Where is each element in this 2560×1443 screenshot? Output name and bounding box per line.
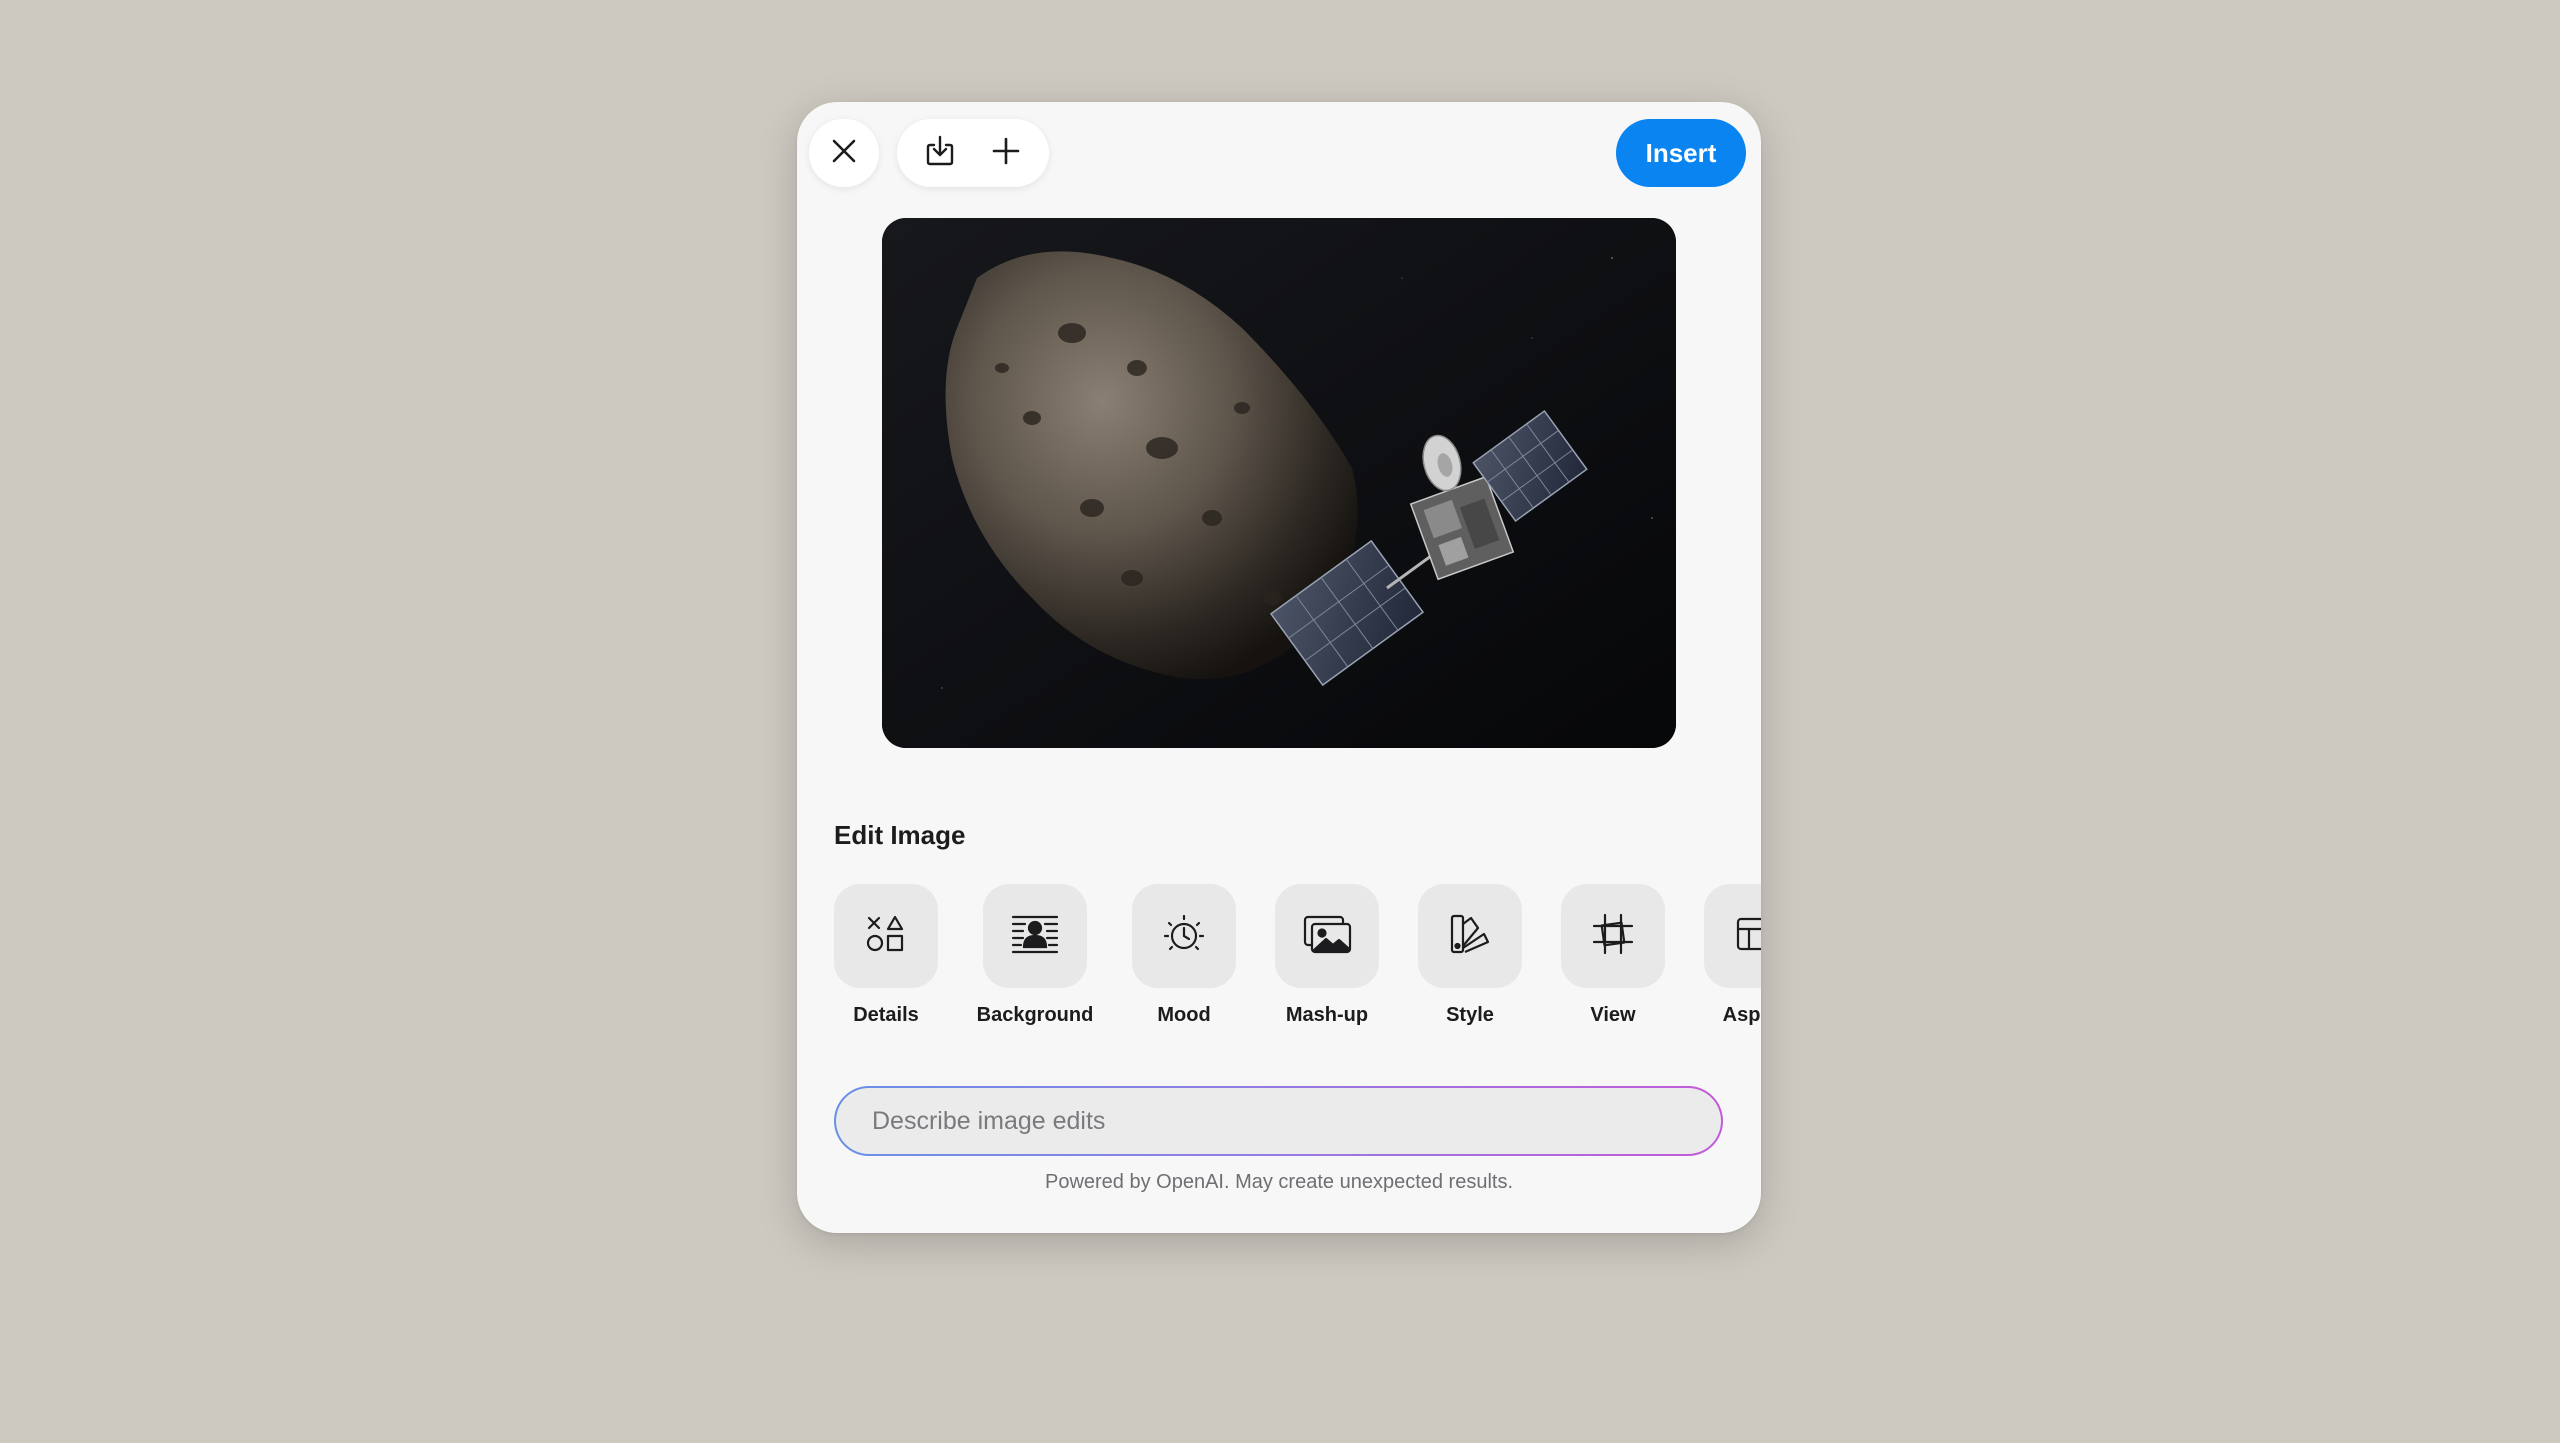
insert-button[interactable]: Insert xyxy=(1616,119,1746,187)
image-actions-group xyxy=(897,119,1049,187)
powered-by-note: Powered by OpenAI. May create unexpected… xyxy=(1044,1171,1514,1193)
background-icon xyxy=(1011,914,1059,959)
edit-option-aspect[interactable]: Aspect xyxy=(1686,884,1761,1027)
view-tile xyxy=(1561,884,1665,988)
add-button[interactable] xyxy=(978,125,1034,181)
image-preview xyxy=(882,218,1676,748)
image-edit-panel: Insert Edit Image Details Background Moo… xyxy=(797,102,1761,1233)
edit-image-title: Edit Image xyxy=(834,820,966,850)
edit-option-label: Mood xyxy=(1157,1004,1211,1026)
edit-options-row: Details Background Mood Mash-up Style Vi… xyxy=(834,884,1761,1034)
mashup-tile xyxy=(1275,884,1379,988)
edit-option-view[interactable]: View xyxy=(1543,884,1683,1027)
close-button[interactable] xyxy=(809,119,879,187)
edit-option-label: Style xyxy=(1446,1004,1494,1026)
edit-option-mood[interactable]: Mood xyxy=(1114,884,1254,1027)
background-tile xyxy=(983,884,1087,988)
edit-option-label: Details xyxy=(853,1004,919,1026)
edit-option-style[interactable]: Style xyxy=(1400,884,1540,1027)
describe-edits-input[interactable] xyxy=(836,1088,1721,1154)
shapes-icon xyxy=(866,914,906,959)
plus-icon xyxy=(991,136,1021,171)
edit-option-details[interactable]: Details xyxy=(834,884,956,1027)
asteroid-spacecraft-image xyxy=(882,218,1676,748)
details-tile xyxy=(834,884,938,988)
style-icon xyxy=(1448,912,1492,961)
close-icon xyxy=(829,136,859,171)
download-button[interactable] xyxy=(912,125,968,181)
style-tile xyxy=(1418,884,1522,988)
edit-option-background[interactable]: Background xyxy=(965,884,1105,1027)
download-icon xyxy=(923,134,957,173)
edit-option-label: Mash-up xyxy=(1285,1004,1369,1026)
aspect-tile xyxy=(1704,884,1761,988)
prompt-field-wrapper xyxy=(834,1086,1723,1156)
mood-icon xyxy=(1162,912,1206,961)
edit-option-label: Aspect xyxy=(1722,1004,1761,1026)
mood-tile xyxy=(1132,884,1236,988)
edit-option-label: View xyxy=(1590,1004,1636,1026)
mashup-icon xyxy=(1302,913,1352,960)
aspect-icon xyxy=(1734,912,1761,961)
edit-option-mashup[interactable]: Mash-up xyxy=(1257,884,1397,1027)
view-icon xyxy=(1591,912,1635,961)
edit-option-label: Background xyxy=(976,1004,1094,1026)
